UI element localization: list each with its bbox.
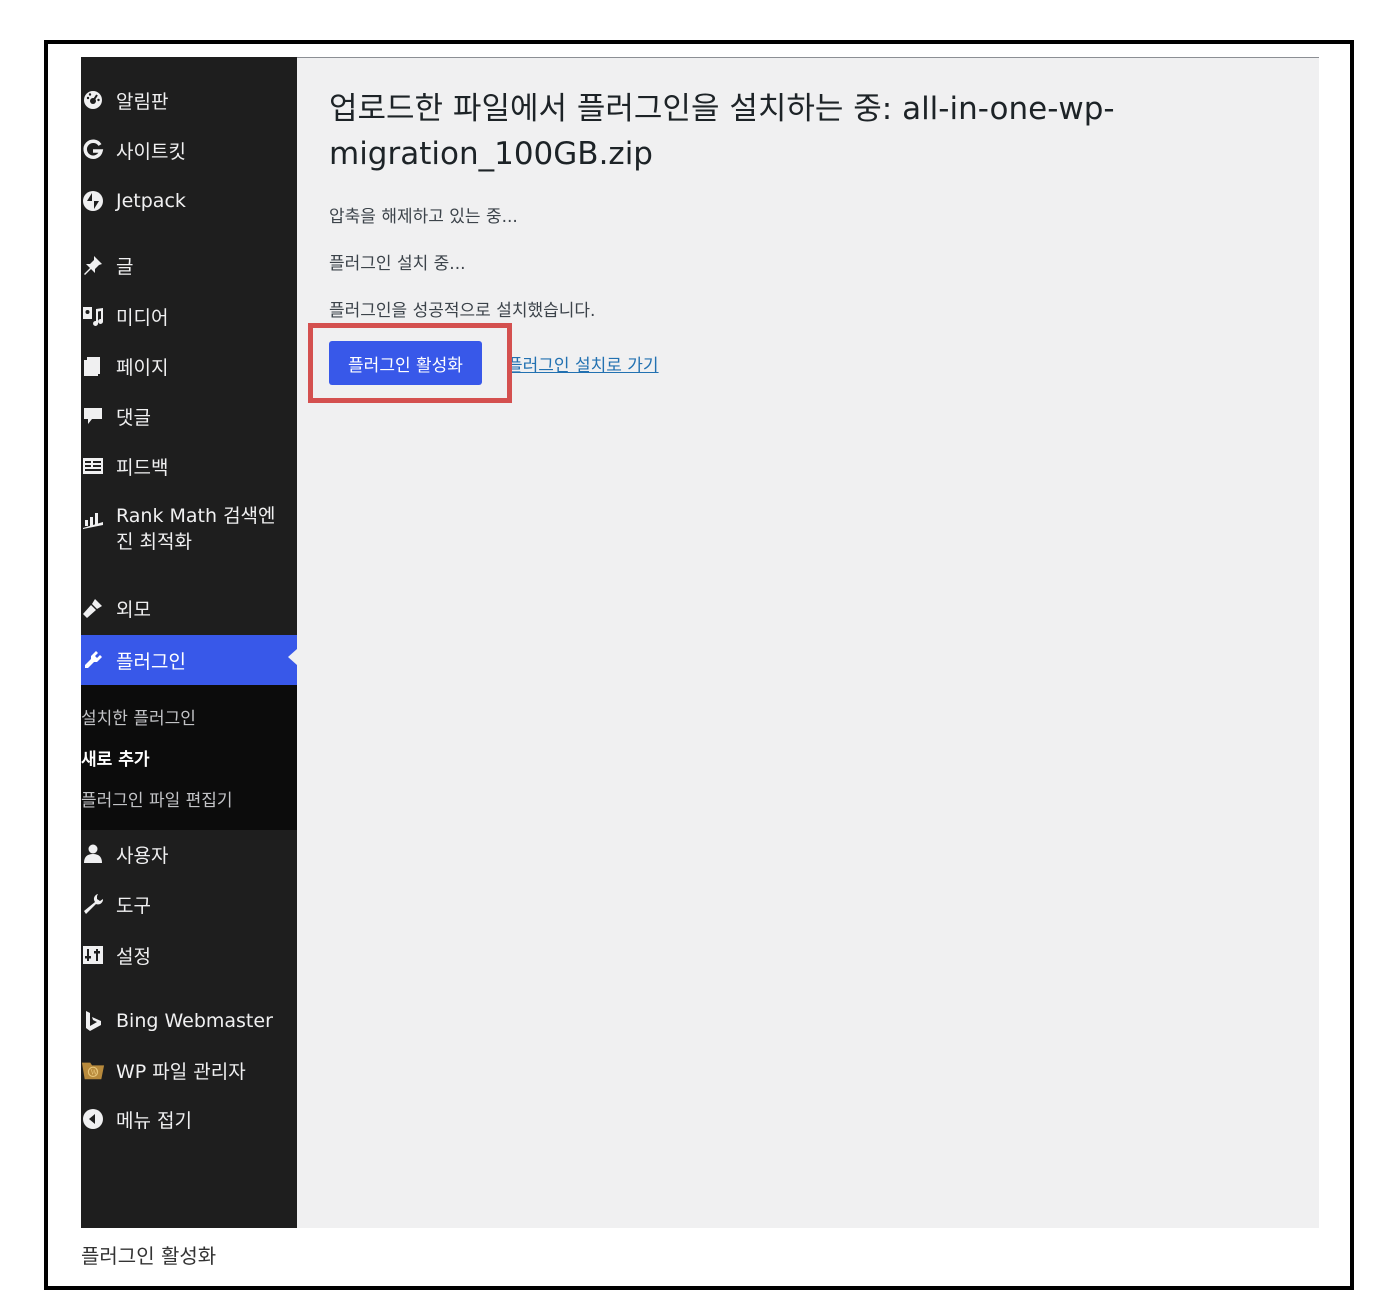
status-success: 플러그인을 성공적으로 설치했습니다. xyxy=(329,301,596,321)
wp-admin-screenshot: 알림판 사이트킷 Jetpack 글 미디어 페이지 댓글 피드백 Rank M… xyxy=(81,57,1319,1228)
submenu-item-installed-plugins[interactable]: 설치한 플러그인 xyxy=(81,704,196,729)
submenu-item-plugin-file-editor[interactable]: 플러그인 파일 편집기 xyxy=(81,786,233,811)
main-content: 업로드한 파일에서 플러그인을 설치하는 중: all-in-one-wp-mi… xyxy=(297,57,1319,1228)
sidebar-item-plugins[interactable]: 플러그인 xyxy=(81,635,297,685)
sidebar-item-media[interactable]: 미디어 xyxy=(81,294,297,338)
jetpack-icon xyxy=(81,189,105,213)
collapse-icon xyxy=(81,1107,105,1131)
feedback-icon xyxy=(81,454,105,478)
submenu-item-add-new[interactable]: 새로 추가 xyxy=(81,745,149,770)
sidebar-item-label: 미디어 xyxy=(116,306,169,329)
sidebar-item-label: 사용자 xyxy=(116,844,169,867)
sidebar-item-label: Jetpack xyxy=(116,190,186,212)
status-installing: 플러그인 설치 중... xyxy=(329,254,466,274)
sidebar-item-wp-file-manager[interactable]: W WP 파일 관리자 xyxy=(81,1048,297,1092)
sidebar-item-label: 도구 xyxy=(116,894,151,917)
sidebar-item-label: Rank Math 검색엔진 최적화 xyxy=(116,505,276,553)
sidebar-item-tools[interactable]: 도구 xyxy=(81,882,297,926)
media-icon xyxy=(81,304,105,328)
sitekit-g-icon xyxy=(81,138,105,162)
sidebar-item-label: Bing Webmaster xyxy=(116,1010,273,1032)
sidebar-item-label: 글 xyxy=(116,255,134,278)
sidebar-item-label: 알림판 xyxy=(116,90,169,113)
sidebar-item-label: 플러그인 xyxy=(116,650,186,673)
bing-icon xyxy=(81,1009,105,1033)
sidebar-item-label: 댓글 xyxy=(116,406,151,429)
sidebar-item-label: 설정 xyxy=(116,945,151,968)
sidebar-item-pages[interactable]: 페이지 xyxy=(81,344,297,388)
sidebar-item-appearance[interactable]: 외모 xyxy=(81,586,297,630)
sidebar-item-label: 페이지 xyxy=(116,356,169,379)
collapse-menu-button[interactable]: 메뉴 접기 xyxy=(81,1097,297,1141)
dashboard-icon xyxy=(81,88,105,112)
plugin-icon xyxy=(81,648,105,672)
sidebar-item-bing-webmaster[interactable]: Bing Webmaster xyxy=(81,999,297,1043)
sidebar-item-dashboard[interactable]: 알림판 xyxy=(81,78,297,122)
plugins-submenu: 설치한 플러그인 새로 추가 플러그인 파일 편집기 xyxy=(81,685,297,830)
sidebar-item-users[interactable]: 사용자 xyxy=(81,832,297,876)
settings-icon xyxy=(81,943,105,967)
sidebar-item-label: 메뉴 접기 xyxy=(116,1109,192,1132)
tools-icon xyxy=(81,892,105,916)
sidebar-item-sitekit[interactable]: 사이트킷 xyxy=(81,128,297,172)
sidebar-item-settings[interactable]: 설정 xyxy=(81,933,297,977)
rank-math-icon xyxy=(81,507,105,531)
status-unpacking: 압축을 해제하고 있는 중... xyxy=(329,207,518,227)
users-icon xyxy=(81,842,105,866)
page-title: 업로드한 파일에서 플러그인을 설치하는 중: all-in-one-wp-mi… xyxy=(329,91,1115,172)
sidebar-item-comments[interactable]: 댓글 xyxy=(81,394,297,438)
admin-sidebar: 알림판 사이트킷 Jetpack 글 미디어 페이지 댓글 피드백 Rank M… xyxy=(81,57,297,1228)
sidebar-item-jetpack[interactable]: Jetpack xyxy=(81,179,297,223)
file-manager-icon: W xyxy=(81,1058,105,1082)
back-to-plugin-installer-link[interactable]: 플러그인 설치로 가기 xyxy=(507,351,659,376)
page-icon xyxy=(81,354,105,378)
sidebar-item-label: 외모 xyxy=(116,598,151,621)
sidebar-item-label: WP 파일 관리자 xyxy=(116,1060,246,1083)
comment-icon xyxy=(81,404,105,428)
sidebar-item-rank-math[interactable]: Rank Math 검색엔진 최적화 xyxy=(81,501,297,561)
appearance-icon xyxy=(81,596,105,620)
highlight-box xyxy=(308,323,512,403)
sidebar-item-posts[interactable]: 글 xyxy=(81,243,297,287)
pin-icon xyxy=(81,253,105,277)
svg-text:W: W xyxy=(91,1068,98,1076)
sidebar-item-feedback[interactable]: 피드백 xyxy=(81,444,297,488)
image-caption: 플러그인 활성화 xyxy=(81,1244,217,1268)
sidebar-item-label: 피드백 xyxy=(116,456,169,479)
sidebar-item-label: 사이트킷 xyxy=(116,140,186,163)
